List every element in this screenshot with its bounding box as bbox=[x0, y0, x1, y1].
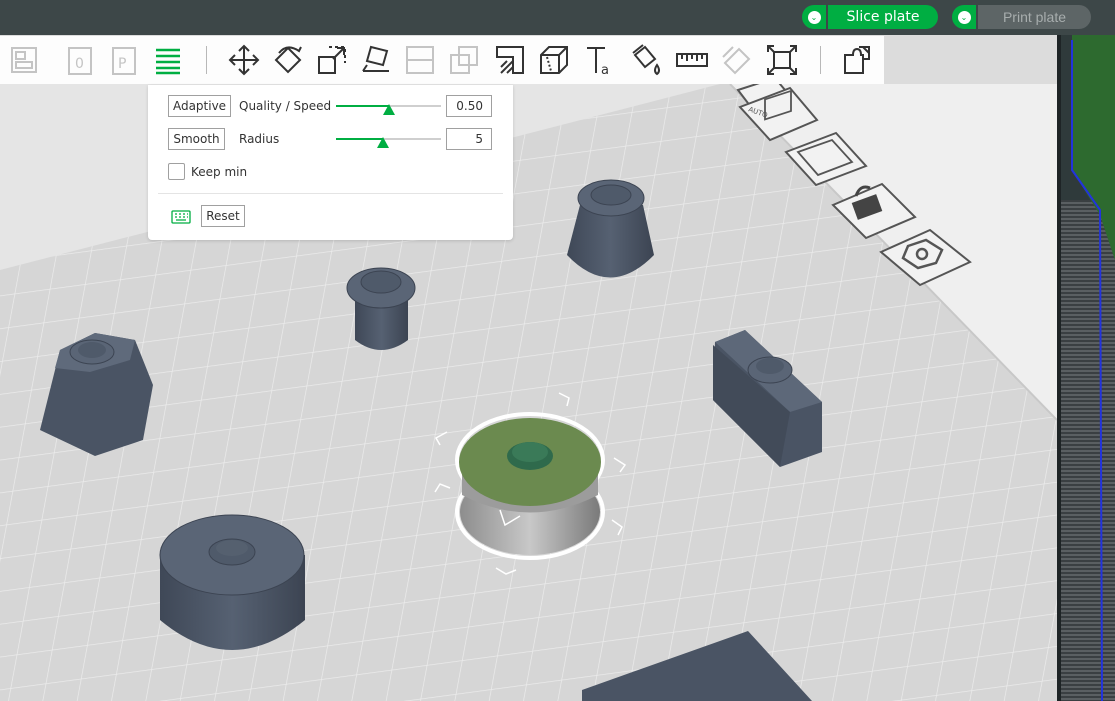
keyboard-icon[interactable] bbox=[171, 209, 191, 228]
split-icon[interactable] bbox=[840, 42, 876, 78]
boolean-icon[interactable] bbox=[446, 42, 482, 78]
quality-speed-slider[interactable] bbox=[336, 104, 441, 115]
assembly-icon[interactable] bbox=[718, 42, 754, 78]
print-plate-group: ⌄ Print plate bbox=[952, 5, 1091, 29]
large-cylinder-model[interactable] bbox=[159, 514, 305, 650]
rotate-icon[interactable] bbox=[270, 42, 306, 78]
top-bar: ⌄ Slice plate ⌄ Print plate bbox=[0, 0, 1115, 35]
chevron-down-icon: ⌄ bbox=[807, 10, 821, 24]
plate-icon[interactable]: P bbox=[106, 42, 142, 78]
radius-value[interactable]: 5 bbox=[446, 128, 492, 150]
layer-preview-panel[interactable] bbox=[1057, 35, 1115, 701]
adaptive-button[interactable]: Adaptive bbox=[168, 95, 231, 117]
small-cylinder-model[interactable] bbox=[346, 267, 416, 350]
keep-min-label: Keep min bbox=[191, 165, 248, 179]
print-dropdown-button[interactable]: ⌄ bbox=[952, 5, 976, 29]
cone-model[interactable] bbox=[567, 179, 654, 278]
slider-thumb[interactable] bbox=[377, 137, 390, 148]
chevron-down-icon: ⌄ bbox=[957, 10, 971, 24]
svg-text:0: 0 bbox=[75, 56, 84, 72]
text-icon[interactable]: a bbox=[582, 42, 618, 78]
radius-label: Radius bbox=[239, 132, 280, 146]
arrange-icon[interactable] bbox=[6, 42, 42, 78]
reset-button[interactable]: Reset bbox=[201, 205, 245, 227]
measure-icon[interactable] bbox=[674, 42, 710, 78]
keep-min-checkbox[interactable] bbox=[168, 163, 185, 180]
slice-plate-group: ⌄ Slice plate bbox=[802, 5, 938, 29]
quality-speed-label: Quality / Speed bbox=[239, 99, 332, 113]
toolbar-divider bbox=[820, 46, 821, 74]
radius-slider[interactable] bbox=[336, 137, 441, 148]
smooth-button[interactable]: Smooth bbox=[168, 128, 225, 150]
variable-layer-height-icon[interactable] bbox=[150, 42, 186, 78]
auto-fit-icon[interactable] bbox=[764, 42, 800, 78]
seam-paint-icon[interactable] bbox=[536, 42, 572, 78]
variable-layer-height-panel: Adaptive Quality / Speed 0.50 Smooth Rad… bbox=[148, 85, 513, 240]
slice-plate-button[interactable]: Slice plate bbox=[828, 5, 938, 29]
svg-text:a: a bbox=[601, 63, 609, 77]
move-icon[interactable] bbox=[226, 42, 262, 78]
scale-icon[interactable] bbox=[314, 42, 350, 78]
main-toolbar: 0 P a bbox=[0, 36, 884, 84]
panel-divider bbox=[158, 193, 503, 194]
support-paint-icon[interactable] bbox=[492, 42, 528, 78]
cut-icon[interactable] bbox=[402, 42, 438, 78]
slider-fill bbox=[336, 138, 384, 140]
print-plate-button[interactable]: Print plate bbox=[978, 5, 1091, 29]
color-paint-icon[interactable] bbox=[628, 42, 664, 78]
svg-text:P: P bbox=[118, 56, 126, 72]
slider-thumb[interactable] bbox=[382, 104, 395, 115]
orient-icon[interactable]: 0 bbox=[62, 42, 98, 78]
slice-dropdown-button[interactable]: ⌄ bbox=[802, 5, 826, 29]
quality-speed-value[interactable]: 0.50 bbox=[446, 95, 492, 117]
lay-on-face-icon[interactable] bbox=[358, 42, 394, 78]
slider-fill bbox=[336, 105, 389, 107]
toolbar-divider bbox=[206, 46, 207, 74]
